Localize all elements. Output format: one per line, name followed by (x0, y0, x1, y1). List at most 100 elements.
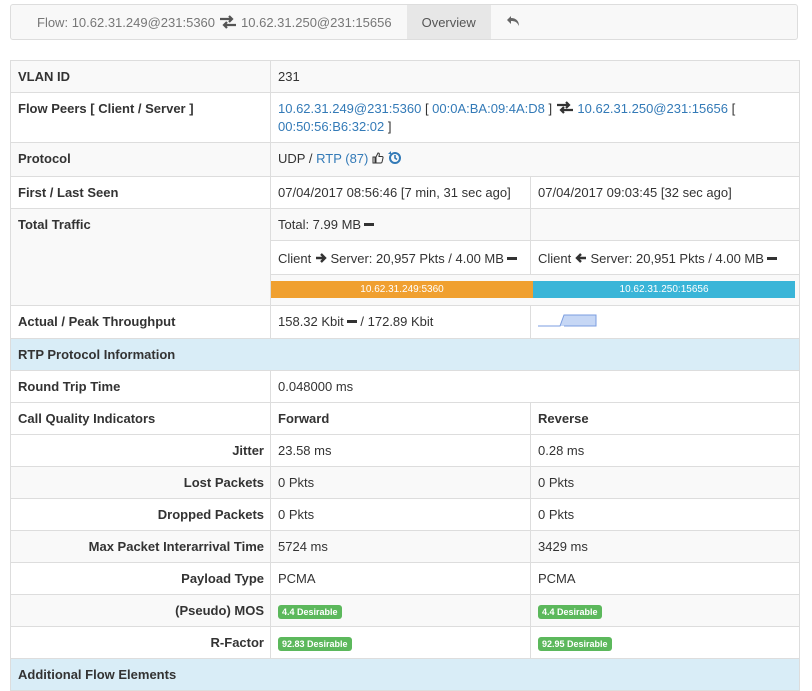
client-to-server: Client Server: 20,957 Pkts / 4.00 MB (270, 239, 531, 275)
metric-label: Dropped Packets (10, 497, 271, 531)
row-throughput: Actual / Peak Throughput 158.32 Kbit / 1… (10, 304, 801, 339)
protocol-separator: / (308, 151, 313, 167)
flow-details-table: VLAN ID 231 Flow Peers [ Client / Server… (9, 60, 801, 691)
total-traffic-empty (529, 207, 801, 241)
metric-row: Max Packet Interarrival Time 5724 ms 342… (10, 529, 801, 563)
minus-icon (364, 222, 375, 226)
c2s-value: 20,957 Pkts / 4.00 MB (376, 250, 504, 266)
s2c-value: 20,951 Pkts / 4.00 MB (636, 250, 764, 266)
throughput-label: Actual / Peak Throughput (10, 304, 271, 339)
traffic-split-bar: 10.62.31.249:5360 10.62.31.250:15656 (271, 280, 796, 298)
history-icon[interactable] (387, 150, 402, 169)
l4-protocol: UDP (278, 151, 306, 167)
metric-label: Max Packet Interarrival Time (10, 529, 271, 563)
metric-reverse: 0.28 ms (529, 433, 801, 467)
flow-prefix: Flow: (37, 14, 69, 30)
metric-reverse: 3429 ms (529, 529, 801, 563)
protocol-label: Protocol (10, 142, 271, 177)
mos-label: (Pseudo) MOS (10, 593, 271, 627)
mos-reverse-badge: 4.4 Desirable (538, 604, 602, 619)
total-traffic-value: Total: 7.99 MB (270, 207, 531, 241)
throughput-sparkline (529, 304, 801, 339)
s2c-server-label: Server: (590, 250, 633, 266)
server-peer-link[interactable]: 10.62.31.250@231:15656 (577, 101, 728, 116)
last-seen: 07/04/2017 09:03:45 [32 sec ago] (529, 175, 801, 209)
row-seen: First / Last Seen 07/04/2017 08:56:46 [7… (10, 175, 801, 209)
row-rtp-section: RTP Protocol Information (9, 337, 801, 371)
metric-reverse: 0 Pkts (529, 497, 801, 531)
metric-forward: 0 Pkts (270, 497, 531, 531)
rfactor-reverse: 92.95 Desirable (529, 625, 801, 659)
flow-server: 10.62.31.250@231:15656 (241, 14, 392, 30)
rfactor-label: R-Factor (10, 625, 271, 659)
rfactor-reverse-badge: 92.95 Desirable (538, 636, 612, 651)
metric-label: Payload Type (10, 561, 271, 595)
mos-reverse: 4.4 Desirable (529, 593, 801, 627)
rtt-value: 0.048000 ms (269, 369, 801, 403)
row-total-traffic: Total Traffic Total: 7.99 MB (10, 207, 801, 306)
first-seen: 07/04/2017 08:56:46 [7 min, 31 sec ago] (270, 175, 531, 209)
vlan-value: 231 (269, 60, 801, 93)
back-button[interactable] (491, 5, 535, 39)
throughput-actual: 158.32 Kbit (278, 313, 344, 329)
mos-forward: 4.4 Desirable (270, 593, 531, 627)
client-peer-link[interactable]: 10.62.31.249@231:5360 (278, 101, 421, 116)
row-vlan: VLAN ID 231 (10, 60, 801, 93)
traffic-label: Total Traffic (10, 207, 271, 306)
throughput-sparkline-chart (538, 314, 597, 327)
l7-protocol-link[interactable]: RTP (87) (316, 151, 368, 166)
client-mac-link[interactable]: 00:0A:BA:09:4A:D8 (432, 101, 545, 116)
metric-label: Jitter (10, 433, 271, 467)
row-peers: Flow Peers [ Client / Server ] 10.62.31.… (10, 91, 801, 144)
throughput-peak: 172.89 Kbit (367, 313, 434, 329)
metric-row: Jitter 23.58 ms 0.28 ms (10, 433, 801, 467)
metric-reverse: PCMA (529, 561, 801, 595)
arrow-right-icon (315, 251, 327, 268)
cqi-label: Call Quality Indicators (10, 401, 271, 435)
cqi-reverse-header: Reverse (529, 401, 801, 435)
minus-icon (346, 319, 357, 323)
tab-overview[interactable]: Overview (406, 5, 491, 39)
metric-forward: PCMA (270, 561, 531, 595)
metric-reverse: 0 Pkts (529, 465, 801, 499)
rfactor-forward: 92.83 Desirable (270, 625, 531, 659)
rtt-label: Round Trip Time (10, 369, 271, 403)
metric-forward: 5724 ms (270, 529, 531, 563)
row-rfactor: R-Factor 92.83 Desirable 92.95 Desirable (10, 625, 801, 659)
throughput-value: 158.32 Kbit / 172.89 Kbit (270, 304, 531, 339)
tab-flow[interactable]: Flow: 10.62.31.249@231:5360 10.62.31.250… (11, 5, 407, 39)
server-to-client: Client Server: 20,951 Pkts / 4.00 MB (529, 239, 801, 275)
peers-label: Flow Peers [ Client / Server ] (10, 91, 271, 144)
server-mac-link[interactable]: 00:50:56:B6:32:02 (278, 119, 384, 134)
rtp-section-title: RTP Protocol Information (9, 337, 801, 371)
minus-icon (766, 256, 777, 260)
exchange-icon (556, 101, 574, 118)
metric-forward: 0 Pkts (270, 465, 531, 499)
peers-value: 10.62.31.249@231:5360 [ 00:0A:BA:09:4A:D… (269, 91, 801, 144)
row-rtt: Round Trip Time 0.048000 ms (10, 369, 801, 403)
mos-forward-badge: 4.4 Desirable (278, 604, 342, 619)
flow-tab-bar: Flow: 10.62.31.249@231:5360 10.62.31.250… (10, 4, 798, 40)
tab-overview-label: Overview (421, 14, 476, 30)
rfactor-forward-badge: 92.83 Desirable (278, 636, 352, 651)
flow-client: 10.62.31.249@231:5360 (71, 14, 216, 30)
vlan-label: VLAN ID (10, 60, 271, 93)
thumbs-up-icon[interactable] (372, 151, 384, 168)
minus-icon (506, 256, 517, 260)
c2s-client-label: Client (278, 250, 312, 266)
row-cqi-header: Call Quality Indicators Forward Reverse (10, 401, 801, 435)
row-protocol: Protocol UDP / RTP (87) (10, 142, 801, 177)
traffic-bar-client: 10.62.31.249:5360 (271, 280, 534, 298)
additional-section-title: Additional Flow Elements (9, 657, 801, 691)
traffic-bar-server: 10.62.31.250:15656 (533, 280, 796, 298)
total-traffic-text: Total: 7.99 MB (278, 216, 362, 232)
row-additional-section: Additional Flow Elements (9, 657, 801, 691)
protocol-value: UDP / RTP (87) (269, 142, 801, 177)
metric-forward: 23.58 ms (270, 433, 531, 467)
arrow-left-icon (575, 251, 587, 268)
metric-label: Lost Packets (10, 465, 271, 499)
metric-row: Payload Type PCMA PCMA (10, 561, 801, 595)
metric-row: Dropped Packets 0 Pkts 0 Pkts (10, 497, 801, 531)
seen-label: First / Last Seen (10, 175, 271, 209)
c2s-server-label: Server: (330, 250, 373, 266)
